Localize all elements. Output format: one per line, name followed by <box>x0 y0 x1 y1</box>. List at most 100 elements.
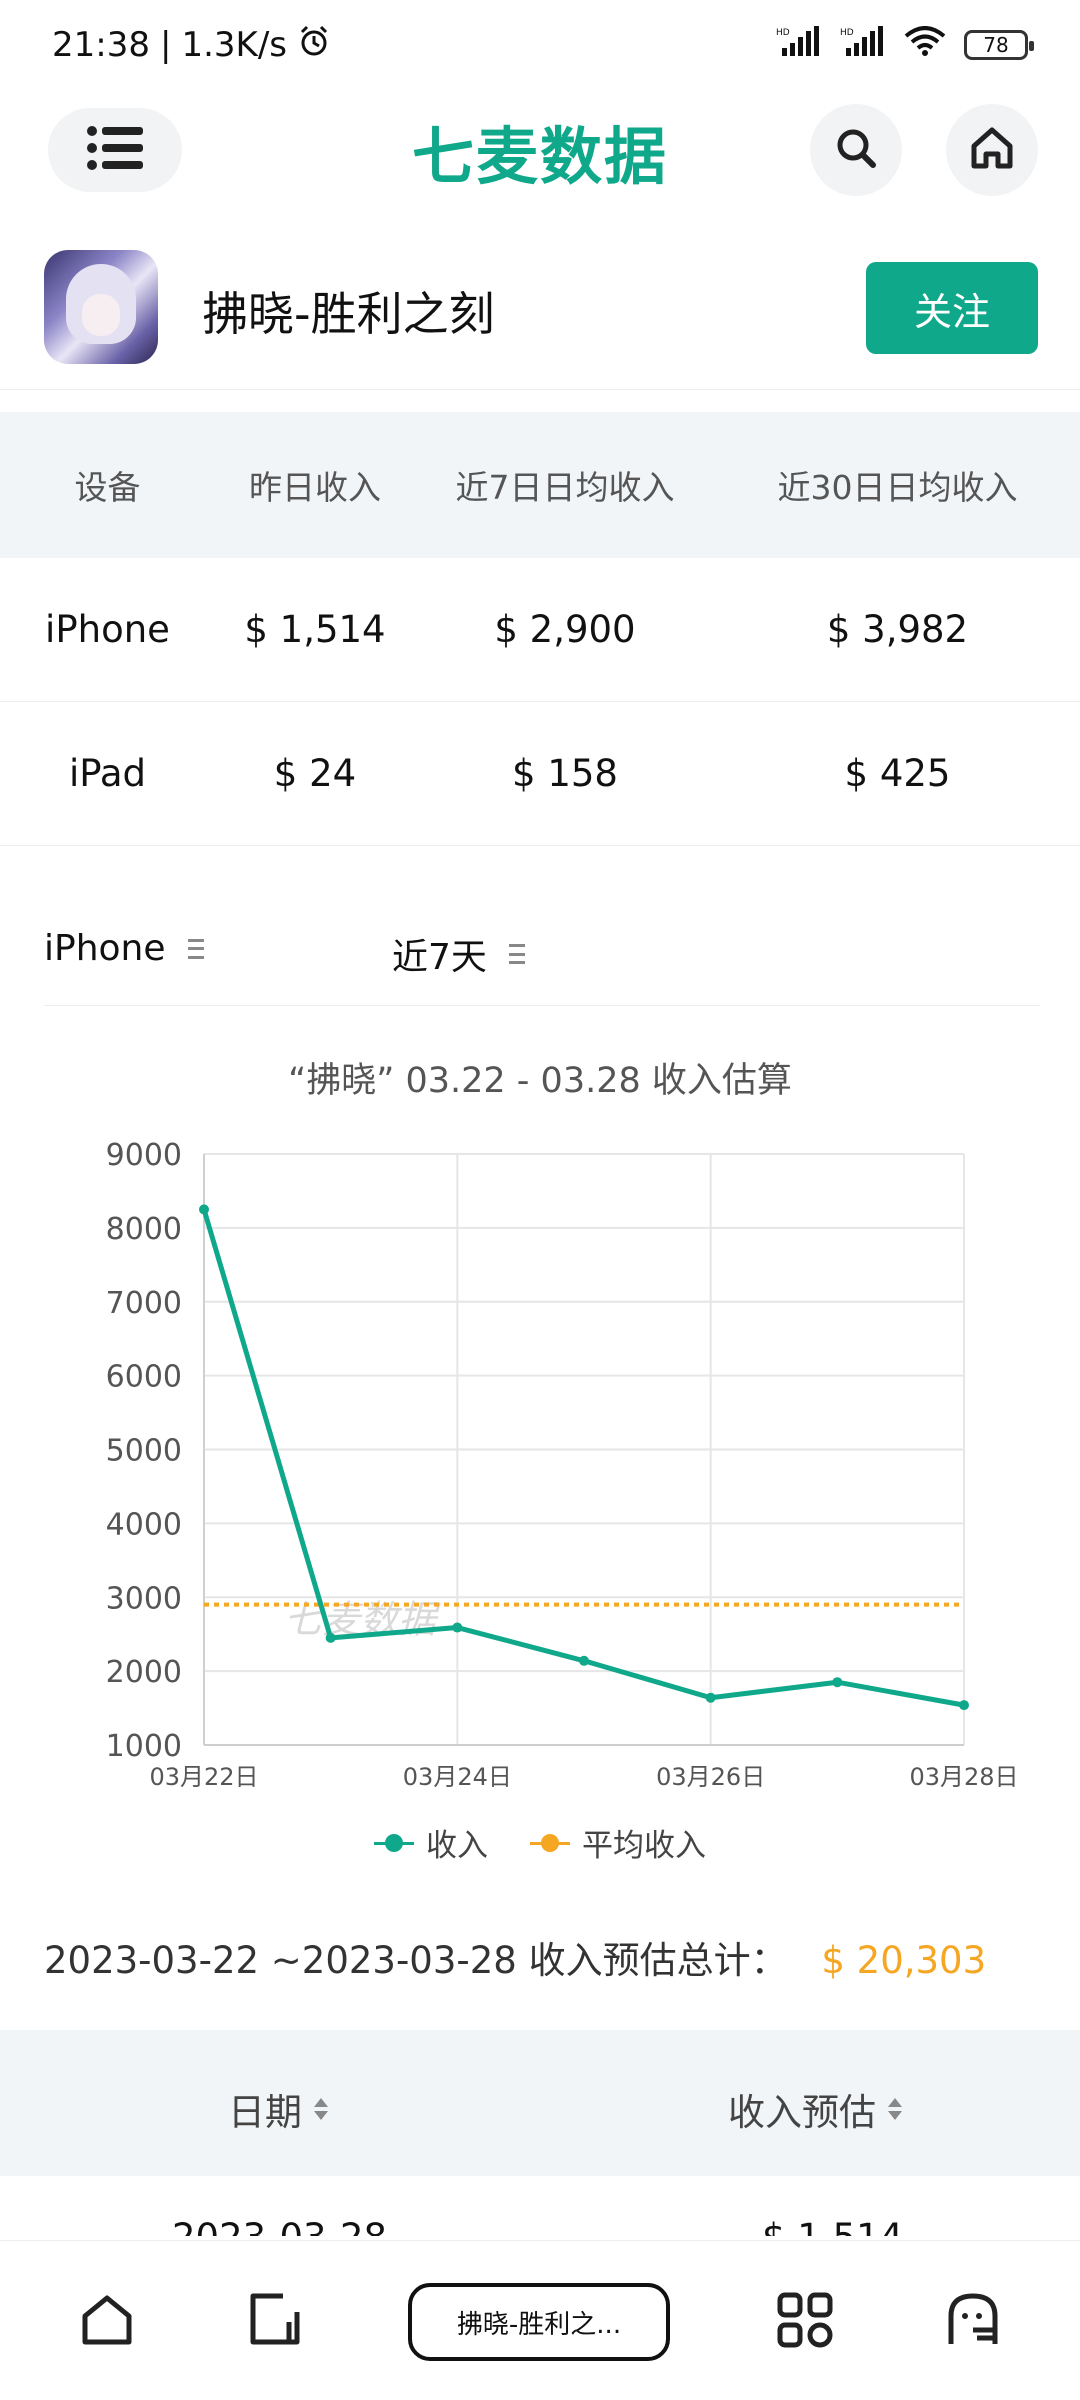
table-row: iPad $ 24 $ 158 $ 425 <box>0 702 1080 846</box>
column-date-label: 日期 <box>228 2091 302 2134</box>
y-tick-label: 9000 <box>106 1138 182 1173</box>
wifi-icon <box>904 25 946 65</box>
app-header: 拂晓-胜利之刻 关注 <box>0 240 1080 390</box>
y-tick-label: 7000 <box>106 1286 182 1321</box>
legend-item-average[interactable]: 平均收入 <box>530 1820 706 1865</box>
row-revenue: $ 1,514 <box>762 2216 903 2236</box>
header-7day-avg: 近7日日均收入 <box>455 468 675 507</box>
yesterday-cell: $ 24 <box>273 752 357 795</box>
search-button[interactable] <box>810 104 902 196</box>
30day-avg-cell: $ 3,982 <box>826 608 969 651</box>
x-tick-label: 03月22日 <box>149 1763 258 1791</box>
app-icon[interactable] <box>44 250 158 364</box>
nav-home-button[interactable] <box>72 2287 142 2357</box>
column-revenue-label: 收入预估 <box>728 2091 876 2134</box>
tab-switch-icon <box>245 2290 305 2354</box>
data-point-revenue <box>199 1204 209 1215</box>
revenue-table: 设备 昨日收入 近7日日均收入 近30日日均收入 iPhone $ 1,514 … <box>0 412 1080 846</box>
y-tick-label: 8000 <box>106 1212 182 1247</box>
follow-button[interactable]: 关注 <box>866 262 1038 354</box>
sort-icon <box>314 2098 328 2120</box>
y-tick-label: 2000 <box>106 1655 182 1690</box>
yesterday-cell: $ 1,514 <box>244 608 386 651</box>
legend-item-revenue[interactable]: 收入 <box>374 1820 488 1865</box>
7day-avg-cell: $ 2,900 <box>494 608 636 651</box>
data-point-revenue <box>325 1632 336 1643</box>
data-point-revenue <box>579 1655 589 1666</box>
device-cell: iPad <box>68 752 147 795</box>
dropdown-lines-icon <box>508 944 525 964</box>
alarm-icon <box>297 24 331 67</box>
data-point-revenue <box>452 1622 463 1633</box>
summary-label: 收入预估总计： <box>528 1939 788 1982</box>
range-dropdown[interactable]: 近7天 <box>392 928 525 980</box>
status-divider: | <box>159 25 172 65</box>
y-tick-label: 6000 <box>106 1360 182 1395</box>
brand-logo: 七麦数据 <box>411 120 668 193</box>
header-yesterday: 昨日收入 <box>249 468 381 507</box>
legend-swatch-average <box>530 1833 570 1853</box>
signal-icon-1: HD <box>776 25 822 65</box>
status-bar: 21:38 | 1.3K/s HD HD 78 <box>0 0 1080 90</box>
device-dropdown-value: iPhone <box>44 928 166 969</box>
sort-by-revenue[interactable]: 收入预估 <box>728 2082 902 2136</box>
dropdown-lines-icon <box>187 938 204 959</box>
device-dropdown[interactable]: iPhone <box>44 928 204 969</box>
battery-icon: 78 <box>964 30 1034 60</box>
sort-by-date[interactable]: 日期 <box>228 2082 328 2136</box>
bottom-navigation: 拂晓-胜利之... <box>0 2240 1080 2400</box>
svg-text:HD: HD <box>840 28 854 38</box>
grid-apps-icon <box>775 2290 835 2354</box>
signal-icon-2: HD <box>840 25 886 65</box>
device-cell: iPhone <box>45 608 170 651</box>
current-tab-pill[interactable]: 拂晓-胜利之... <box>408 2283 670 2361</box>
chart-plot[interactable]: 1000 2000 3000 4000 5000 6000 7000 8000 9000 03月2… <box>0 1090 1080 1850</box>
status-right: HD HD 78 <box>776 25 1034 65</box>
daily-list-header: 日期 收入预估 <box>0 2030 1080 2176</box>
chart-legend: 收入 平均收入 <box>0 1820 1080 1865</box>
home-icon <box>968 124 1016 176</box>
data-point-revenue <box>959 1700 969 1711</box>
range-dropdown-value: 近7天 <box>392 937 487 978</box>
x-tick-label: 03月28日 <box>909 1763 1018 1791</box>
nav-profile-button[interactable] <box>938 2287 1008 2357</box>
x-tick-label: 03月24日 <box>403 1763 512 1791</box>
y-tick-label: 5000 <box>106 1434 182 1469</box>
summary-range: 2023-03-22 ~2023-03-28 <box>44 1939 517 1982</box>
data-point-revenue <box>832 1677 843 1688</box>
status-time: 21:38 <box>52 25 150 65</box>
revenue-total-summary: 2023-03-22 ~2023-03-28 收入预估总计： $ 20,303 <box>44 1930 986 1984</box>
table-row: 2023-03-28 $ 1,514 <box>0 2176 1080 2236</box>
legend-label-revenue: 收入 <box>426 1828 488 1864</box>
ghost-profile-icon <box>943 2290 1003 2354</box>
header-device: 设备 <box>74 468 141 507</box>
status-net-speed: 1.3K/s <box>181 25 287 65</box>
app-icon-face <box>82 294 120 336</box>
legend-label-average: 平均收入 <box>582 1828 706 1864</box>
summary-total: $ 20,303 <box>821 1939 987 1982</box>
y-tick-label: 1000 <box>106 1729 182 1764</box>
sort-icon <box>888 2098 902 2120</box>
revenue-chart: “拂晓” 03.22 - 03.28 收入估算 1000 2000 3000 4000… <box>0 1030 1080 1880</box>
revenue-table-header: 设备 昨日收入 近7日日均收入 近30日日均收入 <box>0 412 1080 558</box>
chart-filters: iPhone 近7天 <box>44 900 1040 1006</box>
legend-swatch-revenue <box>374 1833 414 1853</box>
top-bar: 七麦数据 <box>0 100 1080 202</box>
nav-tabs-button[interactable] <box>240 2287 310 2357</box>
7day-avg-cell: $ 158 <box>512 752 618 795</box>
svg-text:HD: HD <box>776 28 790 38</box>
row-date: 2023-03-28 <box>172 2216 387 2236</box>
y-tick-label: 3000 <box>106 1581 182 1616</box>
30day-avg-cell: $ 425 <box>844 752 951 795</box>
nav-apps-button[interactable] <box>770 2287 840 2357</box>
app-name: 拂晓-胜利之刻 <box>202 287 495 341</box>
x-tick-label: 03月26日 <box>656 1763 765 1791</box>
y-tick-label: 4000 <box>106 1507 182 1542</box>
header-30day-avg: 近30日日均收入 <box>777 468 1018 507</box>
status-left: 21:38 | 1.3K/s <box>52 24 331 67</box>
home-button[interactable] <box>946 104 1038 196</box>
search-icon <box>834 126 878 174</box>
home-icon <box>77 2290 137 2354</box>
data-point-revenue <box>705 1692 716 1703</box>
table-row: iPhone $ 1,514 $ 2,900 $ 3,982 <box>0 558 1080 702</box>
